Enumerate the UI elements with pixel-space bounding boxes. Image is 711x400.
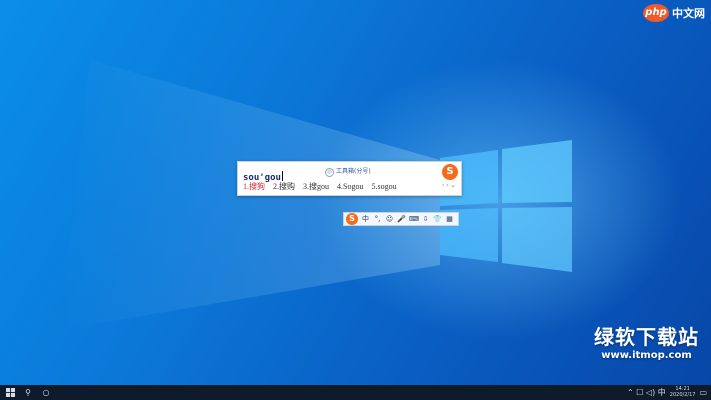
ime-candidate-window[interactable]: sou'gou ◎ 工具箱(分号) S 1.搜狗 2.搜购 3.搜gou 4.So… [237, 161, 462, 196]
expand-icon[interactable]: ⌄ [450, 181, 456, 189]
candidate-nav: ‹ › ⌄ [442, 181, 456, 189]
text-caret [281, 170, 283, 181]
candidate-5[interactable]: 5.sogou [371, 182, 396, 191]
clock[interactable]: 14:21 2020/2/17 [670, 385, 696, 400]
watermark-title: 绿软下载站 [594, 325, 699, 349]
candidate-4[interactable]: 4.Sogou [337, 182, 363, 191]
next-page-icon[interactable]: › [446, 181, 448, 189]
site-watermark: 绿软下载站 www.itmop.com [594, 321, 699, 361]
watermark-url: www.itmop.com [601, 350, 692, 361]
tray-icons[interactable]: ⌃ ☐ ◁) 中 [627, 385, 666, 400]
toolbox-icon: ◎ [325, 168, 334, 177]
keyboard-icon[interactable]: ⌨ [409, 215, 419, 223]
desktop-wallpaper: php 中文网 sou'gou ◎ 工具箱(分号) S 1.搜狗 2.搜购 3.搜… [0, 0, 711, 385]
clock-date: 2020/2/17 [669, 392, 696, 398]
toolbox-grid-icon[interactable]: ▦ [445, 215, 454, 223]
php-badge: php 中文网 [643, 4, 705, 22]
punctuation-toggle-icon[interactable]: °, [373, 215, 382, 223]
start-button[interactable] [3, 385, 17, 400]
candidate-3[interactable]: 3.搜gou [303, 182, 329, 191]
php-badge-text: 中文网 [672, 7, 705, 20]
prev-page-icon[interactable]: ‹ [442, 181, 444, 189]
download-icon[interactable]: ⇩ [421, 215, 430, 223]
ime-hint-text: 工具箱(分号) [336, 168, 371, 175]
emoji-icon[interactable]: ☺ [385, 215, 394, 223]
ime-status-bar[interactable]: S 中 °, ☺ 🎤 ⌨ ⇩ 👕 ▦ [343, 212, 459, 226]
ime-toolbox-hint[interactable]: ◎ 工具箱(分号) [325, 166, 371, 177]
logo-pane-top-right [502, 140, 572, 203]
chinese-mode-toggle[interactable]: 中 [361, 214, 370, 224]
taskbar: ⚲ ○ ⌃ ☐ ◁) 中 14:21 2020/2/17 ▭ [0, 385, 711, 400]
search-icon[interactable]: ⚲ [22, 385, 34, 400]
sogou-logo-icon[interactable]: S [442, 164, 458, 180]
candidate-1[interactable]: 1.搜狗 [243, 182, 265, 191]
skin-icon[interactable]: 👕 [433, 215, 442, 223]
ime-composition-row: sou'gou ◎ 工具箱(分号) [243, 165, 439, 183]
notification-icon[interactable]: ▭ [699, 385, 707, 400]
logo-pane-bottom-right [502, 207, 572, 272]
system-tray: ⌃ ☐ ◁) 中 14:21 2020/2/17 ▭ [627, 385, 707, 400]
php-logo: php [643, 4, 669, 22]
microphone-icon[interactable]: 🎤 [397, 215, 406, 223]
ime-candidate-list: 1.搜狗 2.搜购 3.搜gou 4.Sogou 5.sogou ‹ › ⌄ [243, 181, 456, 193]
sogou-status-logo-icon[interactable]: S [346, 213, 358, 225]
candidate-2[interactable]: 2.搜购 [273, 182, 295, 191]
windows-start-icon [5, 388, 15, 397]
task-view-icon[interactable]: ○ [40, 385, 52, 400]
